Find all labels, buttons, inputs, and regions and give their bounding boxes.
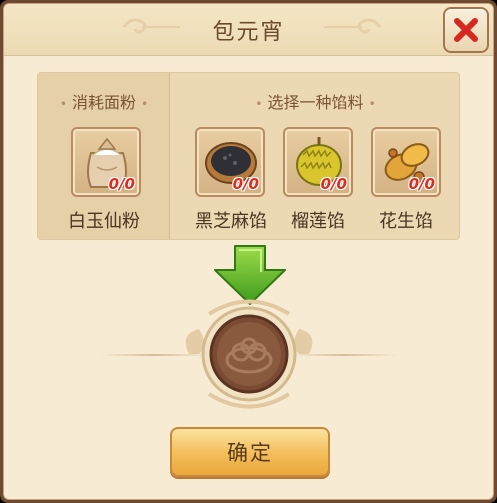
confirm-button[interactable]: 确定 bbox=[170, 427, 330, 477]
filling-slot-black-sesame[interactable]: 0/0 bbox=[195, 127, 265, 197]
close-button[interactable] bbox=[443, 7, 489, 53]
filling-slot-peanut[interactable]: 0/0 bbox=[371, 127, 441, 197]
dialog-panel: 包元宵 • 消耗面粉 • 0/0 白玉仙粉 • 选择一种馅料 • 0/0 黑芝麻… bbox=[3, 3, 494, 500]
dialog-title: 包元宵 bbox=[212, 20, 285, 45]
label-dot-left: • bbox=[255, 97, 263, 111]
filling-slot-durian[interactable]: 0/0 bbox=[283, 127, 353, 197]
label-dot-right: • bbox=[141, 97, 149, 111]
filling-section-label-wrap: • 选择一种馅料 • bbox=[170, 89, 461, 113]
flour-section-label: 消耗面粉 bbox=[71, 93, 136, 112]
close-x-icon bbox=[454, 18, 478, 42]
item-count: 0/0 bbox=[320, 175, 347, 193]
ingredients-panel: • 消耗面粉 • 0/0 白玉仙粉 • 选择一种馅料 • 0/0 黑芝麻馅 0/… bbox=[37, 72, 460, 240]
ingredient-name: 白玉仙粉 bbox=[68, 211, 140, 232]
item-count: 0/0 bbox=[408, 175, 435, 193]
result-slot[interactable] bbox=[169, 294, 329, 414]
filling-section-label: 选择一种馅料 bbox=[267, 93, 364, 112]
dialog-frame: 包元宵 • 消耗面粉 • 0/0 白玉仙粉 • 选择一种馅料 • 0/0 黑芝麻… bbox=[0, 0, 497, 503]
label-dot-right: • bbox=[368, 97, 376, 111]
label-dot-left: • bbox=[59, 97, 67, 111]
item-count: 0/0 bbox=[108, 175, 135, 193]
ingredient-name: 黑芝麻馅 bbox=[195, 211, 267, 232]
flour-slot-baiyu[interactable]: 0/0 bbox=[71, 127, 141, 197]
dialog-header: 包元宵 bbox=[4, 4, 493, 56]
item-count: 0/0 bbox=[232, 175, 259, 193]
ingredient-name: 花生馅 bbox=[379, 211, 433, 232]
ingredient-name: 榴莲馅 bbox=[291, 211, 345, 232]
flour-section: • 消耗面粉 • 0/0 白玉仙粉 bbox=[38, 73, 170, 239]
flour-section-label-wrap: • 消耗面粉 • bbox=[38, 89, 170, 113]
